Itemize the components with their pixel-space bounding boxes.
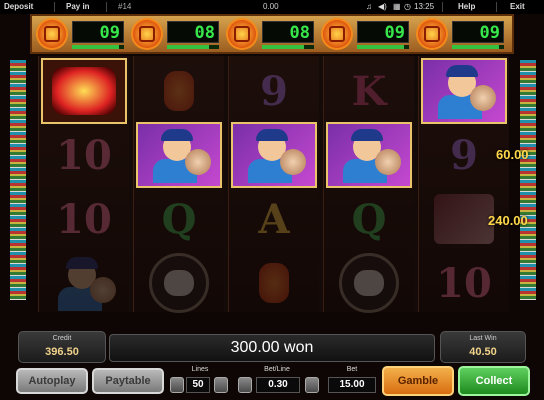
win-message: 300.00 won — [109, 334, 435, 362]
counter-unit: 09 — [416, 18, 508, 52]
card-symbol-letter: 9 — [260, 67, 288, 115]
payout-label: 60.00 — [496, 147, 529, 162]
counter-progress — [262, 45, 314, 49]
decorative-pillar-left — [10, 60, 26, 300]
divider — [442, 2, 443, 12]
lion-symbol — [136, 250, 222, 316]
card-symbol-q: Q — [326, 186, 412, 252]
divider — [106, 2, 107, 12]
counter-display: 09 — [72, 21, 124, 43]
bet-line-increase-button[interactable] — [305, 377, 319, 393]
counter-display: 09 — [357, 21, 409, 43]
music-icon[interactable]: ♫ — [366, 0, 372, 14]
bet-label: Bet — [346, 366, 358, 373]
counter-progress — [452, 45, 504, 49]
reel-4: KQ — [323, 56, 414, 313]
fisherman-symbol — [41, 250, 127, 316]
last-win-panel: Last Win 40.50 — [440, 331, 526, 363]
lines-label: Lines — [191, 366, 209, 373]
counter-unit: 08 — [131, 18, 223, 52]
card-symbol-9: 9 — [421, 122, 507, 188]
fisherman-symbol — [421, 58, 507, 124]
coin-icon — [228, 20, 256, 48]
last-win-value: 40.50 — [469, 346, 497, 358]
fisherman-symbol — [136, 122, 222, 188]
card-symbol-letter: Q — [161, 195, 197, 243]
card-symbol-10: 10 — [421, 250, 507, 316]
bet-line-value: 0.30 — [256, 377, 300, 393]
credit-panel: Credit 396.50 — [18, 331, 106, 363]
bet-value: 15.00 — [328, 377, 376, 393]
lion-symbol — [326, 250, 412, 316]
jackpot-header: 09 08 08 09 09 — [30, 14, 514, 54]
counter-display: 09 — [452, 21, 504, 43]
bet-line-label: Bet/Line — [264, 366, 290, 373]
help-button[interactable]: Help — [458, 0, 475, 14]
reel-1: 10 10 — [38, 56, 129, 312]
card-symbol-9: 9 — [231, 58, 317, 124]
lantern-symbol — [231, 250, 317, 316]
card-symbol-letter: 10 — [56, 131, 112, 179]
card-symbol-10: 10 — [41, 186, 127, 252]
counter-progress — [167, 45, 219, 49]
card-symbol-10: 10 — [41, 122, 127, 188]
counter-display: 08 — [262, 21, 314, 43]
clock-time: 13:25 — [414, 2, 435, 11]
lines-value: 50 — [186, 377, 210, 393]
deposit-button[interactable]: Deposit — [4, 0, 33, 14]
card-symbol-letter: 10 — [436, 259, 492, 307]
lines-increase-button[interactable] — [214, 377, 228, 393]
collect-button[interactable]: Collect — [458, 366, 530, 396]
card-symbol-a: A — [231, 186, 317, 252]
counter-unit: 09 — [36, 18, 128, 52]
card-symbol-letter: 9 — [450, 131, 478, 179]
lines-decrease-button[interactable] — [170, 377, 184, 393]
exit-button[interactable]: Exit — [510, 0, 525, 14]
card-symbol-letter: Q — [351, 195, 387, 243]
credit-value: 396.50 — [45, 346, 79, 358]
clock-icon: ◷ — [404, 2, 411, 11]
film-icon[interactable]: ▦ — [393, 0, 401, 14]
payout-label: 240.00 — [488, 213, 528, 228]
card-symbol-letter: A — [258, 195, 290, 243]
coin-icon — [38, 20, 66, 48]
bet-line-decrease-button[interactable] — [238, 377, 252, 393]
counter-unit: 09 — [321, 18, 413, 52]
sound-icon[interactable]: ◀) — [378, 0, 387, 14]
last-win-label: Last Win — [469, 335, 497, 342]
top-bar: Deposit Pay in #14 0.00 ♫ ◀) ▦ ◷ 13:25 H… — [0, 0, 544, 14]
decorative-pillar-right — [520, 60, 536, 300]
lantern-symbol — [136, 58, 222, 124]
reel-5: 9 10 — [418, 56, 509, 312]
scatter-symbol — [41, 58, 127, 124]
top-balance: 0.00 — [263, 2, 279, 11]
game-number: #14 — [118, 2, 132, 11]
counter-unit: 08 — [226, 18, 318, 52]
coin-icon — [418, 20, 446, 48]
card-symbol-k: K — [326, 58, 412, 124]
reel-area: 10 10 Q 9 A K Q 9 10 — [38, 56, 509, 313]
coin-icon — [323, 20, 351, 48]
reel-2: Q — [133, 56, 224, 313]
counter-progress — [357, 45, 409, 49]
card-symbol-q: Q — [136, 186, 222, 252]
card-symbol-letter: K — [351, 67, 387, 115]
reel-3: 9A — [228, 56, 319, 312]
divider — [54, 2, 55, 12]
autoplay-button[interactable]: Autoplay — [16, 368, 88, 394]
gamble-button[interactable]: Gamble — [382, 366, 454, 396]
fisherman-symbol — [326, 122, 412, 188]
card-symbol-letter: 10 — [56, 195, 112, 243]
pay-in-button[interactable]: Pay in — [66, 0, 90, 14]
credit-label: Credit — [52, 335, 72, 342]
counter-display: 08 — [167, 21, 219, 43]
fisherman-symbol — [231, 122, 317, 188]
coin-icon — [133, 20, 161, 48]
paytable-button[interactable]: Paytable — [92, 368, 164, 394]
divider — [496, 2, 497, 12]
counter-progress — [72, 45, 124, 49]
